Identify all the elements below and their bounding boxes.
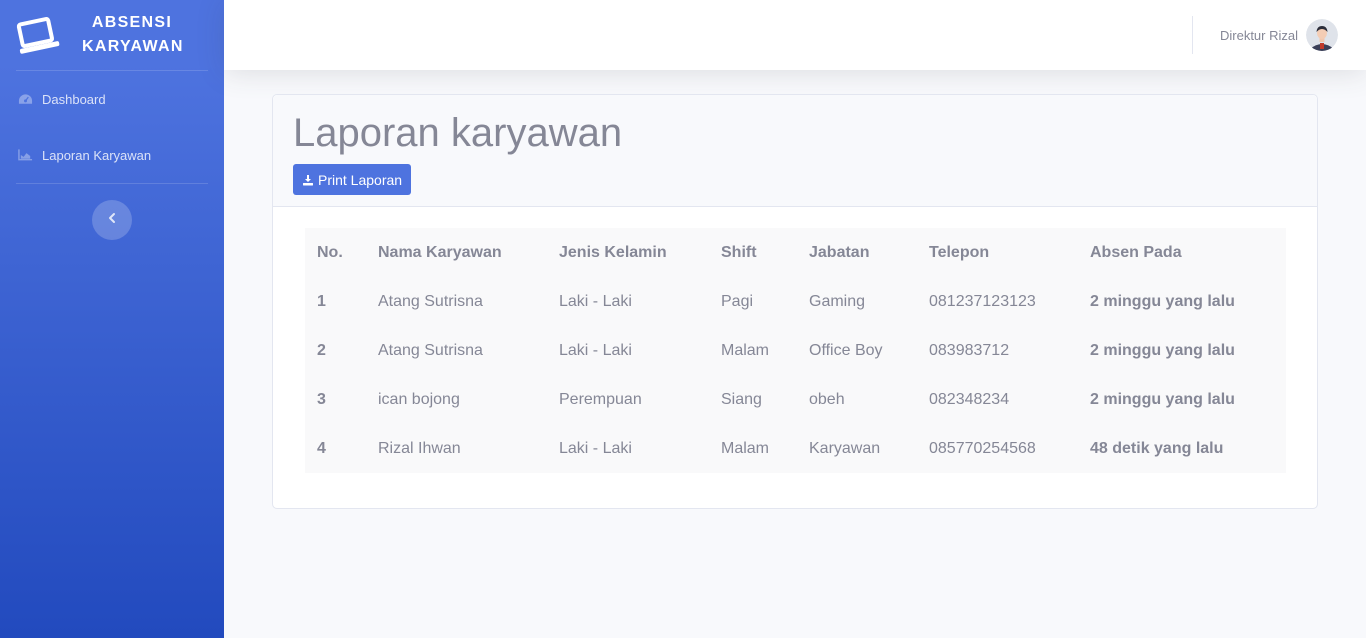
table-header-row: No. Nama Karyawan Jenis Kelamin Shift Ja… xyxy=(305,228,1286,277)
report-card: Laporan karyawan Print Laporan No. Nama … xyxy=(272,94,1318,509)
cell-no: 4 xyxy=(317,439,326,457)
cell-shift: Malam xyxy=(721,341,770,359)
column-header-telepon: Telepon xyxy=(929,243,990,261)
cell-telepon: 082348234 xyxy=(929,390,1010,408)
cell-shift: Siang xyxy=(721,390,762,408)
column-header-shift: Shift xyxy=(721,243,757,261)
table-row: 3 ican bojong Perempuan Siang obeh 08234… xyxy=(305,375,1286,424)
print-report-label: Print Laporan xyxy=(318,171,403,188)
chevron-left-icon xyxy=(107,211,117,229)
cell-jenis-kelamin: Laki - Laki xyxy=(559,341,632,359)
cell-jabatan: Karyawan xyxy=(809,439,881,457)
sidebar-item-label: Laporan Karyawan xyxy=(42,147,152,163)
sidebar: ABSENSI KARYAWAN Dashboard Laporan Karya… xyxy=(0,0,224,638)
user-avatar xyxy=(1306,19,1338,51)
table-row: 4 Rizal Ihwan Laki - Laki Malam Karyawan… xyxy=(305,424,1286,473)
cell-nama: Atang Sutrisna xyxy=(378,292,483,310)
cell-shift: Pagi xyxy=(721,292,754,310)
cell-telepon: 083983712 xyxy=(929,341,1010,359)
cell-jabatan: Gaming xyxy=(809,292,866,310)
cell-jabatan: Office Boy xyxy=(809,341,883,359)
table-row: 1 Atang Sutrisna Laki - Laki Pagi Gaming… xyxy=(305,277,1286,326)
brand-line1: ABSENSI xyxy=(91,14,173,31)
sidebar-item-laporan-karyawan[interactable]: Laporan Karyawan xyxy=(0,127,224,183)
user-dropdown[interactable]: Direktur Rizal xyxy=(1220,19,1338,51)
cell-shift: Malam xyxy=(721,439,770,457)
column-header-no: No. xyxy=(317,243,343,261)
cell-nama: ican bojong xyxy=(378,390,460,408)
cell-jenis-kelamin: Laki - Laki xyxy=(559,439,632,457)
sidebar-item-dashboard[interactable]: Dashboard xyxy=(0,71,224,127)
card-header: Laporan karyawan Print Laporan xyxy=(273,95,1317,207)
sidebar-item-label: Dashboard xyxy=(42,91,106,107)
area-chart-icon xyxy=(17,148,33,162)
cell-nama: Rizal Ihwan xyxy=(378,439,461,457)
cell-no: 1 xyxy=(317,292,326,310)
laptop-icon xyxy=(16,15,60,55)
sidebar-toggle-wrap xyxy=(0,200,224,240)
cell-absen-pada: 2 minggu yang lalu xyxy=(1090,292,1235,310)
report-table-wrap: No. Nama Karyawan Jenis Kelamin Shift Ja… xyxy=(305,228,1286,473)
user-name: Direktur Rizal xyxy=(1219,27,1298,43)
cell-jabatan: obeh xyxy=(809,390,845,408)
topbar-divider xyxy=(1192,16,1193,54)
cell-telepon: 081237123123 xyxy=(929,292,1036,310)
topbar: Direktur Rizal xyxy=(224,0,1366,70)
cell-telepon: 085770254568 xyxy=(929,439,1036,457)
column-header-nama: Nama Karyawan xyxy=(378,243,502,261)
cell-jenis-kelamin: Perempuan xyxy=(559,390,642,408)
download-icon xyxy=(302,174,314,186)
table-body: 1 Atang Sutrisna Laki - Laki Pagi Gaming… xyxy=(305,277,1286,473)
cell-absen-pada: 2 minggu yang lalu xyxy=(1090,390,1235,408)
column-header-absen-pada: Absen Pada xyxy=(1090,243,1182,261)
brand-title: ABSENSI KARYAWAN xyxy=(82,11,182,59)
print-report-button[interactable]: Print Laporan xyxy=(293,164,412,195)
sidebar-divider xyxy=(16,183,208,184)
table-header: No. Nama Karyawan Jenis Kelamin Shift Ja… xyxy=(305,228,1286,277)
cell-jenis-kelamin: Laki - Laki xyxy=(559,292,632,310)
cell-no: 2 xyxy=(317,341,326,359)
brand-line2: KARYAWAN xyxy=(82,38,184,55)
report-table: No. Nama Karyawan Jenis Kelamin Shift Ja… xyxy=(305,228,1286,473)
sidebar-toggle-button[interactable] xyxy=(92,200,132,240)
cell-nama: Atang Sutrisna xyxy=(378,341,483,359)
cell-absen-pada: 48 detik yang lalu xyxy=(1090,439,1224,457)
column-header-jabatan: Jabatan xyxy=(809,243,870,261)
table-row: 2 Atang Sutrisna Laki - Laki Malam Offic… xyxy=(305,326,1286,375)
sidebar-brand[interactable]: ABSENSI KARYAWAN xyxy=(0,0,224,70)
cell-absen-pada: 2 minggu yang lalu xyxy=(1090,341,1235,359)
page-title: Laporan karyawan xyxy=(293,111,623,155)
cell-no: 3 xyxy=(317,390,326,408)
tachometer-icon xyxy=(17,92,33,106)
column-header-jenis-kelamin: Jenis Kelamin xyxy=(559,243,667,261)
